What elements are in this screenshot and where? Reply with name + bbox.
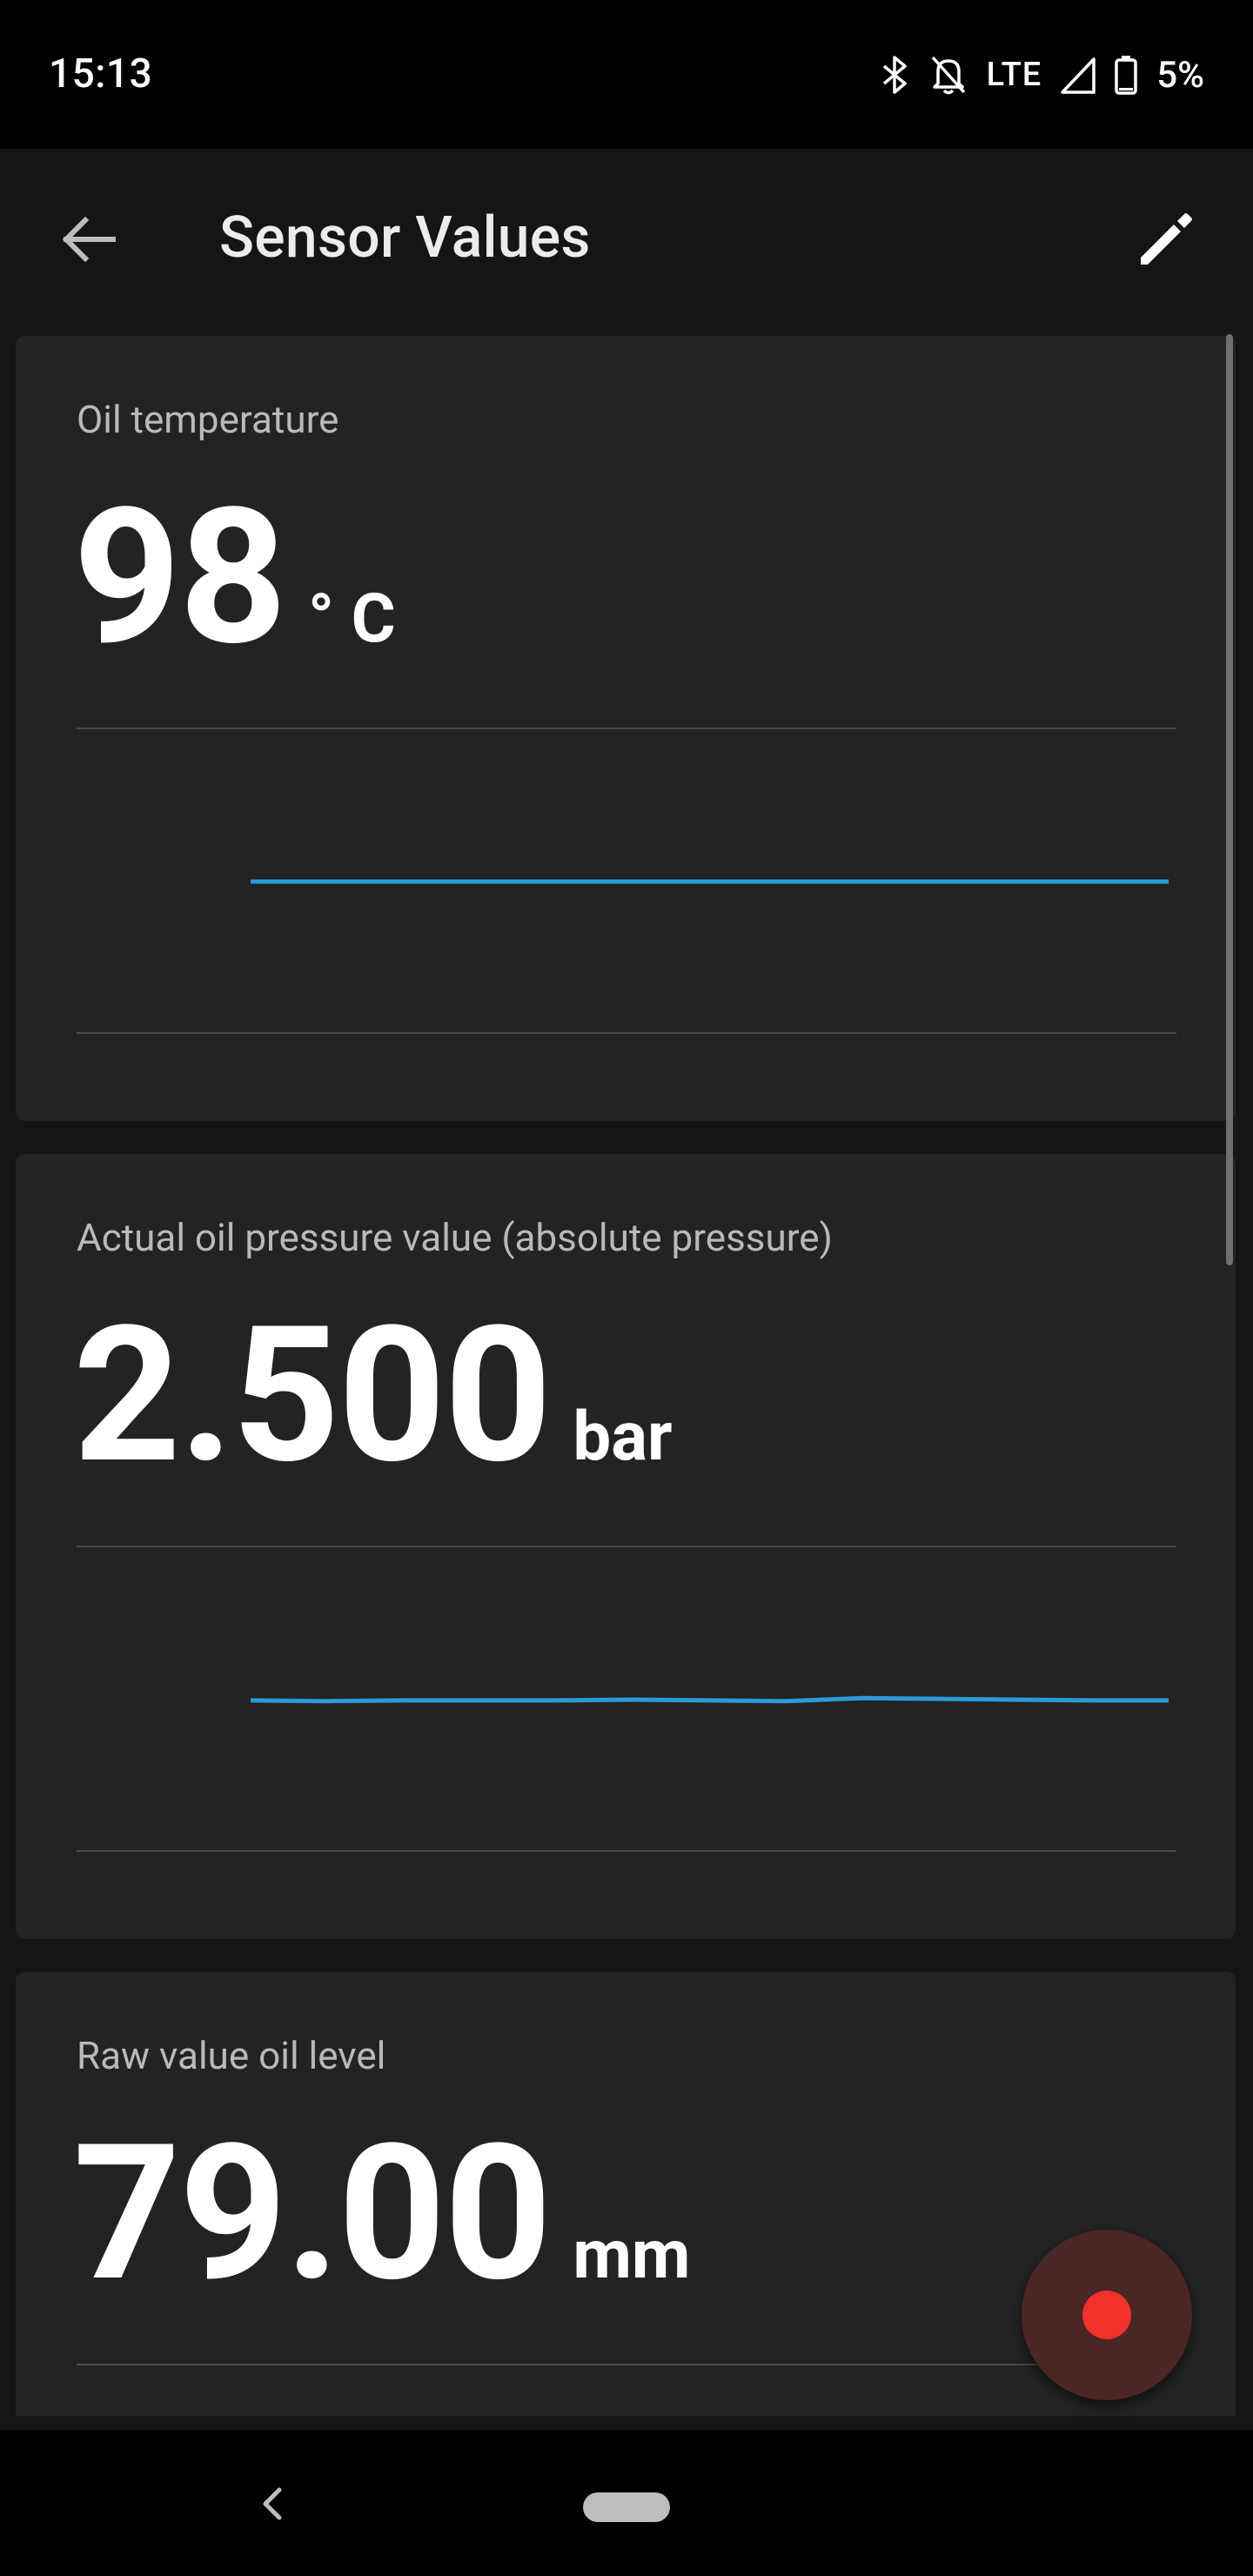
record-dot-icon (1082, 2291, 1131, 2339)
sensor-unit: ° C (307, 580, 396, 659)
sensor-unit: bar (573, 1398, 673, 1477)
bell-off-icon (929, 54, 968, 96)
battery-icon (1115, 55, 1137, 95)
sensor-label: Oil temperature (77, 397, 339, 442)
sensor-label: Raw value oil level (77, 2033, 386, 2078)
sensor-list[interactable]: Oil temperature 98 ° C Actual oil pressu… (0, 334, 1253, 2416)
sensor-value: 79.00 mm (73, 2120, 691, 2308)
trend-line (250, 1695, 1169, 1704)
status-bar: 15:13 LTE 5% (0, 0, 1253, 149)
status-icons: LTE 5% (881, 49, 1204, 101)
sensor-value: 2.500 bar (73, 1302, 673, 1490)
sensor-trend-chart (250, 1695, 1169, 1704)
sensor-card-oil-temperature[interactable]: Oil temperature 98 ° C (16, 336, 1236, 1121)
network-type: LTE (986, 56, 1042, 94)
sensor-card-oil-pressure[interactable]: Actual oil pressure value (absolute pres… (16, 1154, 1236, 1939)
bluetooth-icon (881, 55, 910, 95)
status-time: 15:13 (49, 50, 153, 97)
app-bar: Sensor Values (0, 149, 1253, 334)
signal-icon (1061, 56, 1096, 94)
chart-top-line (77, 2364, 1176, 2365)
page-title: Sensor Values (219, 205, 591, 272)
battery-percent: 5% (1156, 53, 1204, 97)
sensor-trend-chart (251, 879, 1169, 884)
home-pill[interactable] (583, 2492, 670, 2522)
sensor-unit: mm (573, 2216, 691, 2295)
navigation-bar (0, 2430, 1253, 2576)
chart-bottom-line (77, 1032, 1176, 1034)
chart-bottom-line (77, 1850, 1176, 1852)
sensor-value-number: 2.500 (73, 1285, 552, 1506)
back-arrow-icon[interactable] (52, 203, 125, 276)
record-button[interactable] (1022, 2230, 1192, 2400)
sensor-label: Actual oil pressure value (absolute pres… (77, 1215, 833, 1260)
scrollbar[interactable] (1226, 334, 1233, 1265)
sensor-value: 98 ° C (73, 484, 396, 672)
edit-pencil-icon[interactable] (1129, 203, 1203, 276)
sensor-value-number: 98 (73, 467, 287, 688)
nav-back-icon[interactable] (249, 2473, 294, 2534)
chart-top-line (77, 1546, 1176, 1547)
sensor-value-number: 79.00 (73, 2103, 552, 2324)
chart-top-line (77, 728, 1176, 729)
